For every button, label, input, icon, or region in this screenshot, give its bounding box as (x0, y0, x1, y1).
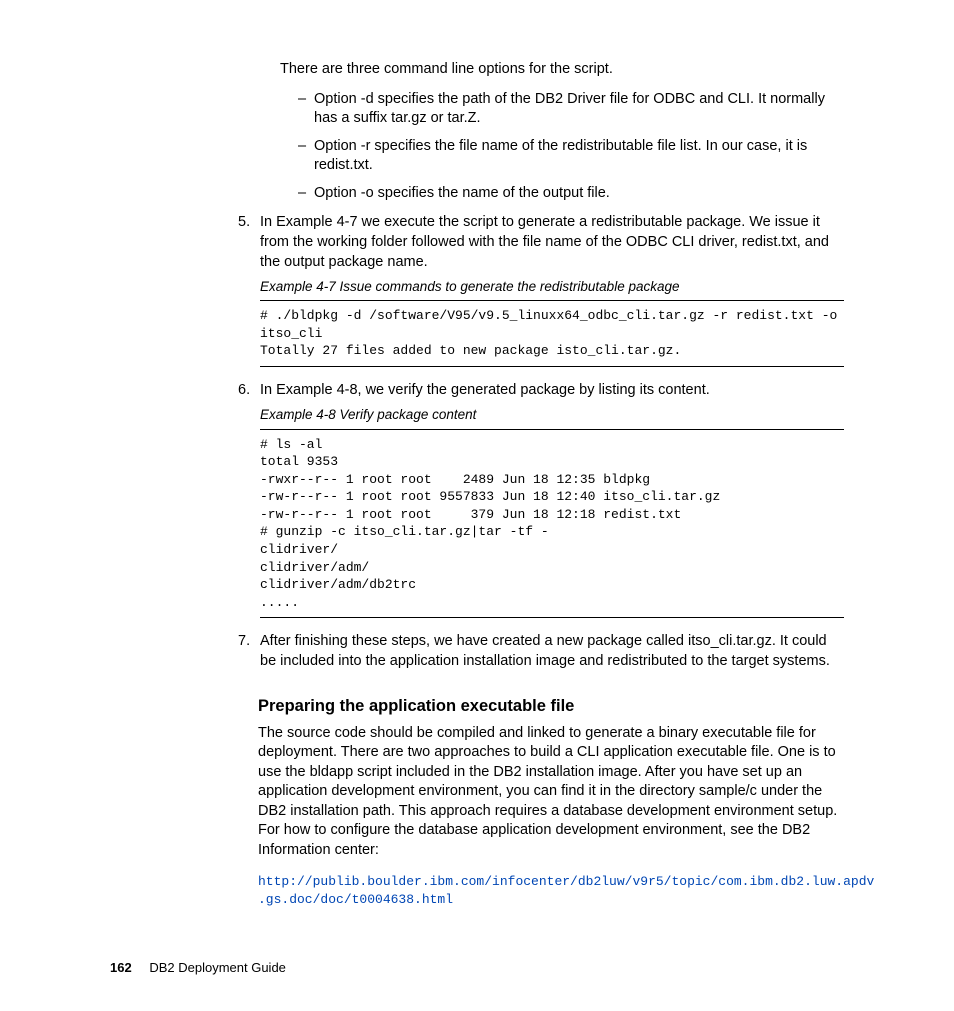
step-7-text: After finishing these steps, we have cre… (260, 632, 844, 671)
link-line-1: http://publib.boulder.ibm.com/infocenter… (258, 874, 874, 889)
page: There are three command line options for… (0, 0, 954, 1011)
example-4-7-code: # ./bldpkg -d /software/V95/v9.5_linuxx6… (260, 300, 844, 367)
page-footer: 162 DB2 Deployment Guide (110, 959, 286, 977)
content-column: There are three command line options for… (260, 60, 844, 909)
info-center-link[interactable]: http://publib.boulder.ibm.com/infocenter… (258, 873, 844, 909)
step-5-number: 5. (238, 213, 250, 233)
step-7-number: 7. (238, 632, 250, 652)
option-o: Option -o specifies the name of the outp… (298, 184, 844, 204)
subheading-preparing: Preparing the application executable fil… (258, 695, 844, 717)
example-4-7-title: Example 4-7 Issue commands to generate t… (260, 278, 844, 296)
step-5-text: In Example 4-7 we execute the script to … (260, 213, 844, 272)
options-list: Option -d specifies the path of the DB2 … (280, 90, 844, 204)
intro-paragraph: There are three command line options for… (280, 60, 844, 80)
step-6: 6. In Example 4-8, we verify the generat… (240, 381, 844, 618)
step-7: 7. After finishing these steps, we have … (240, 632, 844, 671)
preparing-paragraph: The source code should be compiled and l… (258, 724, 844, 861)
steps-list: 5. In Example 4-7 we execute the script … (260, 213, 844, 671)
option-d: Option -d specifies the path of the DB2 … (298, 90, 844, 129)
example-4-8-title: Example 4-8 Verify package content (260, 406, 844, 424)
step-6-text: In Example 4-8, we verify the generated … (260, 381, 844, 401)
page-number: 162 (110, 960, 132, 975)
step-5: 5. In Example 4-7 we execute the script … (240, 213, 844, 367)
book-title: DB2 Deployment Guide (149, 960, 286, 975)
step-6-number: 6. (238, 381, 250, 401)
option-r: Option -r specifies the file name of the… (298, 137, 844, 176)
link-line-2: .gs.doc/doc/t0004638.html (258, 892, 453, 907)
example-4-8-code: # ls -al total 9353 -rwxr--r-- 1 root ro… (260, 429, 844, 618)
